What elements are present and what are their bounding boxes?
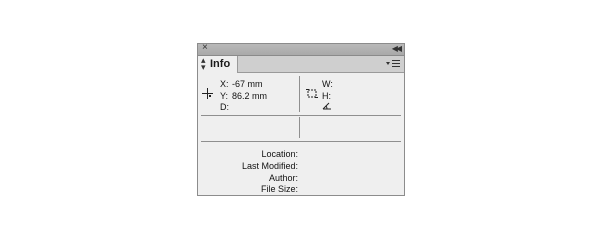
info-panel: × ◀◀ ▴ ▾ Info X: -67 mm Y: 86.2 mm D: W: …	[197, 42, 405, 196]
w-label: W:	[322, 79, 333, 89]
divider-vertical-middle	[299, 117, 300, 138]
d-label: D:	[220, 102, 229, 112]
x-value: -67 mm	[232, 79, 263, 89]
location-label: Location:	[261, 149, 298, 159]
tab-info[interactable]: ▴ ▾ Info	[198, 56, 238, 73]
crosshair-icon	[202, 88, 213, 99]
h-label: H:	[322, 91, 331, 101]
close-icon[interactable]: ×	[202, 42, 208, 54]
divider-horizontal-1	[201, 115, 401, 116]
y-value: 86.2 mm	[232, 91, 268, 101]
tab-info-label: Info	[210, 58, 231, 70]
y-label: Y:	[220, 91, 229, 101]
author-label: Author:	[268, 173, 298, 183]
file-size-label: File Size:	[260, 184, 298, 194]
divider-vertical-top	[299, 76, 300, 112]
collapse-icon[interactable]: ◀◀	[392, 43, 402, 55]
tab-arrows-icon: ▴ ▾	[201, 55, 206, 72]
panel-titlebar[interactable]: × ◀◀	[198, 42, 404, 56]
angle-icon	[322, 102, 331, 110]
last-modified-label: Last Modified:	[241, 161, 298, 171]
transform-box-icon	[306, 89, 318, 98]
x-label: X:	[220, 79, 229, 89]
divider-horizontal-2	[201, 141, 401, 142]
panel-menu-icon[interactable]	[386, 59, 400, 68]
panel-tabrow: ▴ ▾ Info	[198, 56, 404, 73]
